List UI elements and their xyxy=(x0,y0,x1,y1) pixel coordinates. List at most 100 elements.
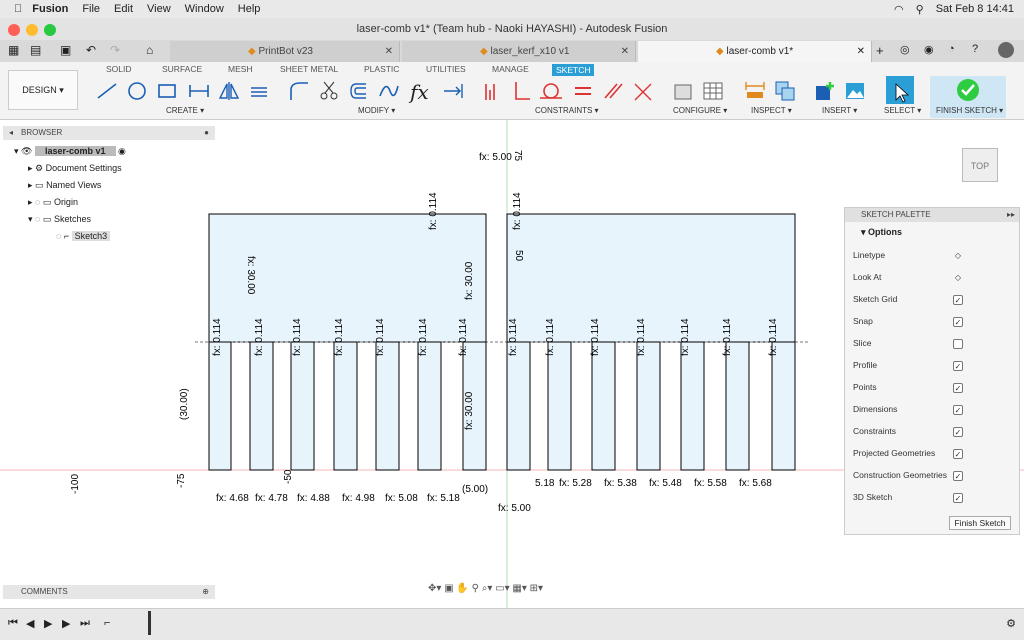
extensions-icon[interactable]: ◎ xyxy=(900,43,910,56)
finish-sketch-button[interactable]: FINISH SKETCH ▾ xyxy=(930,76,1006,118)
comb-tooth[interactable] xyxy=(249,341,274,471)
gear-icon[interactable]: ⚙ xyxy=(1006,617,1016,630)
parallel-icon[interactable] xyxy=(602,80,624,102)
tab-sketch[interactable]: SKETCH xyxy=(552,64,595,76)
grid-settings-icon[interactable]: ▦▾ xyxy=(512,583,526,594)
interference-icon[interactable] xyxy=(774,80,796,102)
pan-icon[interactable]: ✋ xyxy=(456,583,468,594)
create-group-label[interactable]: CREATE ▾ xyxy=(166,106,204,115)
menu-edit[interactable]: Edit xyxy=(114,3,133,15)
finish-sketch-palette-button[interactable]: Finish Sketch xyxy=(949,516,1011,530)
insert-component-icon[interactable] xyxy=(814,80,836,102)
step-forward-icon[interactable]: ▶ xyxy=(62,617,70,630)
zoom-icon[interactable]: ⚲ xyxy=(472,583,479,594)
comb-tooth[interactable] xyxy=(506,341,531,471)
palette-checkbox[interactable]: ✓ xyxy=(953,361,963,371)
palette-checkbox[interactable] xyxy=(953,339,963,349)
comb-tooth[interactable] xyxy=(417,341,442,471)
comb-tooth[interactable] xyxy=(591,341,616,471)
play-icon[interactable]: ▶ xyxy=(44,617,52,630)
home-icon[interactable]: ⌂ xyxy=(146,43,153,57)
modify-group-label[interactable]: MODIFY ▾ xyxy=(358,106,395,115)
tree-document-settings[interactable]: ▸ ⚙ Document Settings xyxy=(28,163,122,174)
comb-teeth[interactable] xyxy=(208,341,796,471)
close-icon[interactable]: ✕ xyxy=(621,41,629,62)
apple-icon[interactable]:  xyxy=(14,3,22,15)
tree-root[interactable]: ▾ 👁 laser-comb v1 ◉ xyxy=(14,146,126,157)
menu-window[interactable]: Window xyxy=(185,3,224,15)
search-icon[interactable]: ⚲ xyxy=(916,3,924,16)
comb-tooth[interactable] xyxy=(680,341,705,471)
tab-mesh[interactable]: MESH xyxy=(228,64,253,74)
help-icon[interactable]: ? xyxy=(972,43,978,55)
comb-tooth[interactable] xyxy=(725,341,750,471)
file-icon[interactable]: ▤ xyxy=(30,43,41,57)
comb-tooth[interactable] xyxy=(290,341,315,471)
wifi-icon[interactable]: ◠ xyxy=(894,3,904,16)
fillet-icon[interactable] xyxy=(288,80,310,102)
configure-group-label[interactable]: CONFIGURE ▾ xyxy=(673,106,727,115)
tab-printbot[interactable]: ◆ PrintBot v23 ✕ xyxy=(170,41,400,62)
insert-arrow-icon[interactable] xyxy=(442,80,464,102)
tangent-icon[interactable] xyxy=(540,80,562,102)
tab-laser-kerf[interactable]: ◆ laser_kerf_x10 v1 ✕ xyxy=(402,41,636,62)
function-icon[interactable]: fx xyxy=(410,80,432,104)
palette-checkbox[interactable]: ✓ xyxy=(953,493,963,503)
tab-utilities[interactable]: UTILITIES xyxy=(426,64,466,74)
menu-help[interactable]: Help xyxy=(238,3,261,15)
tab-solid[interactable]: SOLID xyxy=(106,64,132,74)
palette-checkbox[interactable]: ✓ xyxy=(953,471,963,481)
collinear-icon[interactable] xyxy=(632,80,654,102)
workspace-switcher[interactable]: DESIGN ▾ xyxy=(8,70,78,110)
comb-tooth[interactable] xyxy=(208,341,232,471)
active-radio-icon[interactable]: ◉ xyxy=(118,146,126,156)
avatar[interactable] xyxy=(998,42,1014,58)
trim-icon[interactable] xyxy=(318,80,340,102)
orbit-icon[interactable]: ✥▾ xyxy=(428,583,441,594)
go-to-start-icon[interactable]: ⏮ xyxy=(8,617,18,630)
insert-group-label[interactable]: INSERT ▾ xyxy=(822,106,857,115)
grid-icon[interactable]: ▦ xyxy=(8,43,19,57)
equal-icon[interactable] xyxy=(572,80,594,102)
app-menu[interactable]: Fusion xyxy=(32,3,68,15)
save-icon[interactable]: ▣ xyxy=(60,43,71,57)
go-to-end-icon[interactable]: ⏭ xyxy=(80,617,90,630)
viewports-icon[interactable]: ⊞▾ xyxy=(530,583,543,594)
step-back-icon[interactable]: ◀ xyxy=(26,617,34,630)
tree-sketch3[interactable]: ◌ ⌐ Sketch3 xyxy=(56,231,111,241)
comments-panel[interactable]: COMMENTS ⊕ xyxy=(3,585,215,599)
measure-icon[interactable] xyxy=(744,80,766,102)
fit-icon[interactable]: ⌕▾ xyxy=(482,583,493,594)
collapse-icon[interactable]: ◂ xyxy=(9,126,13,140)
browser-panel-header[interactable]: ◂ BROWSER ● xyxy=(3,126,215,140)
expand-icon[interactable]: ▸▸ xyxy=(1007,208,1015,222)
spline-icon[interactable] xyxy=(378,80,400,102)
palette-checkbox[interactable]: ✓ xyxy=(953,317,963,327)
palette-checkbox[interactable]: ✓ xyxy=(953,449,963,459)
add-comment-icon[interactable]: ⊕ xyxy=(202,585,209,599)
comb-tooth[interactable] xyxy=(375,341,400,471)
tree-named-views[interactable]: ▸ ▭ Named Views xyxy=(28,180,101,191)
visibility-icon[interactable]: ◌ xyxy=(56,231,61,241)
visibility-icon[interactable]: ◌ xyxy=(35,197,40,207)
palette-header[interactable]: SKETCH PALETTE ▸▸ xyxy=(845,208,1019,222)
constraints-group-label[interactable]: CONSTRAINTS ▾ xyxy=(535,106,599,115)
zoom-window-button[interactable] xyxy=(44,24,56,36)
palette-tool-icon[interactable]: ◇ xyxy=(953,251,963,261)
comb-tooth[interactable] xyxy=(333,341,358,471)
tab-plastic[interactable]: PLASTIC xyxy=(364,64,399,74)
offset-icon[interactable] xyxy=(348,80,370,102)
menu-file[interactable]: File xyxy=(82,3,100,15)
close-icon[interactable]: ✕ xyxy=(385,41,393,62)
mirror-icon[interactable] xyxy=(218,80,240,102)
timeline-sketch-icon[interactable]: ⌐ xyxy=(104,617,110,629)
tree-origin[interactable]: ▸ ◌ ▭ Origin xyxy=(28,197,78,208)
comb-tooth[interactable] xyxy=(636,341,661,471)
insert-image-icon[interactable] xyxy=(844,80,866,102)
tab-laser-comb[interactable]: ◆ laser-comb v1* ✕ xyxy=(638,41,872,62)
project-icon[interactable] xyxy=(248,80,270,102)
palette-checkbox[interactable]: ✓ xyxy=(953,295,963,305)
redo-icon[interactable]: ↷ xyxy=(110,43,120,57)
circle-icon[interactable] xyxy=(126,80,148,102)
comb-tooth[interactable] xyxy=(547,341,572,471)
